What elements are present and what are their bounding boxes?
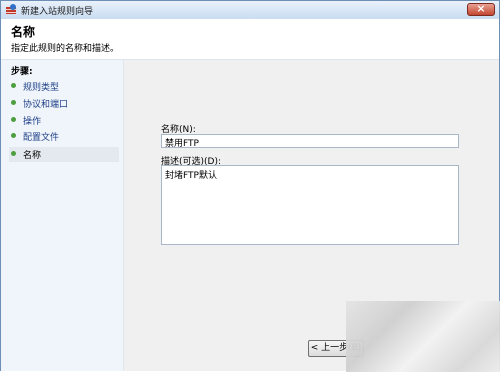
title-bar[interactable]: 新建入站规则向导 ×: [1, 1, 499, 20]
page-description: 指定此规则的名称和描述。: [11, 44, 120, 54]
window-title: 新建入站规则向导: [21, 7, 94, 17]
step-label: 名称: [23, 151, 42, 161]
close-button[interactable]: ×: [467, 2, 495, 16]
blurred-region: [346, 301, 500, 372]
step-action[interactable]: 操作: [9, 113, 119, 128]
description-input[interactable]: 封堵FTP默认: [161, 165, 459, 245]
step-label: 操作: [23, 117, 42, 127]
step-bullet-icon: [11, 133, 16, 138]
step-name[interactable]: 名称: [9, 147, 119, 162]
steps-sidebar: 步骤: 规则类型 协议和端口 操作 配置文件 名称: [1, 60, 124, 371]
step-bullet-icon: [11, 151, 16, 156]
step-label: 协议和端口: [23, 100, 69, 110]
step-bullet-icon: [11, 100, 16, 105]
step-label: 规则类型: [23, 83, 60, 93]
page-header: 名称 指定此规则的名称和描述。: [1, 19, 499, 60]
wizard-window: 新建入站规则向导 × 名称 指定此规则的名称和描述。 步骤: 规则类型 协议和端…: [0, 0, 500, 372]
step-label: 配置文件: [23, 133, 60, 143]
page-title: 名称: [11, 25, 36, 39]
firewall-icon: [6, 4, 16, 14]
step-protocol-port[interactable]: 协议和端口: [9, 96, 119, 111]
close-icon: ×: [476, 2, 486, 15]
step-profile[interactable]: 配置文件: [9, 129, 119, 144]
step-bullet-icon: [11, 83, 16, 88]
step-rule-type[interactable]: 规则类型: [9, 79, 119, 94]
name-input[interactable]: 禁用FTP: [161, 134, 459, 149]
steps-title: 步骤:: [11, 67, 33, 77]
step-bullet-icon: [11, 117, 16, 122]
